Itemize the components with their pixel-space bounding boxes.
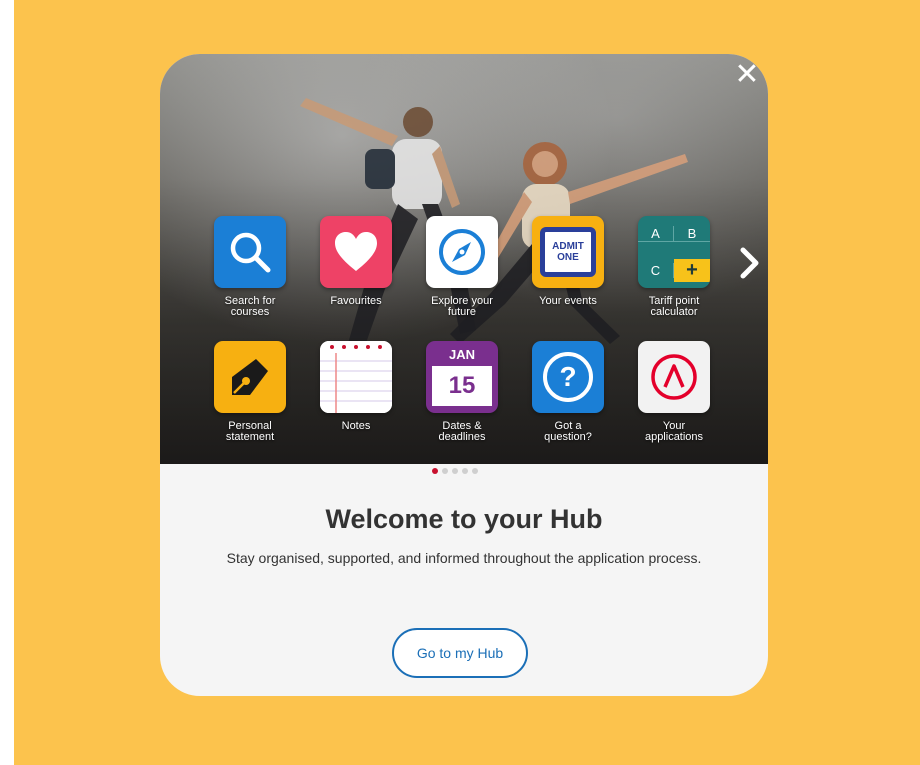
tile-got-a-question[interactable]: ? Got a question? bbox=[524, 341, 612, 443]
tile-notes[interactable]: Notes bbox=[312, 341, 400, 432]
tile-personal-statement[interactable]: Personal statement bbox=[206, 341, 294, 443]
tile-tariff-point-calculator[interactable]: A B C + Tariff point calculator bbox=[630, 216, 718, 318]
go-to-hub-button[interactable]: Go to my Hub bbox=[392, 628, 528, 678]
modal-title: Welcome to your Hub bbox=[325, 504, 603, 534]
pen-icon bbox=[214, 341, 286, 413]
pagination-dot[interactable] bbox=[462, 468, 468, 474]
pagination-dot[interactable] bbox=[452, 468, 458, 474]
welcome-modal: ✕ Search for courses Favourites Explore y… bbox=[160, 54, 768, 696]
heart-icon bbox=[320, 216, 392, 288]
calendar-day: 15 bbox=[432, 366, 492, 406]
modal-subtitle: Stay organised, supported, and informed … bbox=[226, 550, 702, 566]
tile-search-for-courses[interactable]: Search for courses bbox=[206, 216, 294, 318]
tile-your-events[interactable]: ADMIT ONE Your events bbox=[524, 216, 612, 307]
calculator-icon: A B C + bbox=[638, 216, 710, 288]
tile-explore-your-future[interactable]: Explore your future bbox=[418, 216, 506, 318]
tile-your-applications[interactable]: Your applications bbox=[630, 341, 718, 443]
ticket-icon: ADMIT ONE bbox=[532, 216, 604, 288]
notepad-icon bbox=[320, 341, 392, 413]
ticket-text-line-2: ONE bbox=[557, 252, 579, 263]
tile-label: Notes bbox=[341, 420, 371, 432]
tile-label: Search for courses bbox=[224, 295, 276, 318]
tile-label: Favourites bbox=[330, 295, 382, 307]
next-arrow-button[interactable] bbox=[738, 246, 762, 280]
calendar-icon: JAN 15 bbox=[426, 341, 498, 413]
question-icon: ? bbox=[532, 341, 604, 413]
ticket-text-line-1: ADMIT bbox=[552, 241, 584, 252]
tile-label: Your applications bbox=[644, 420, 704, 443]
tile-label: Explore your future bbox=[431, 295, 493, 318]
pagination-dot[interactable] bbox=[442, 468, 448, 474]
tile-favourites[interactable]: Favourites bbox=[312, 216, 400, 307]
carousel-pagination bbox=[432, 468, 478, 476]
tile-label: Dates & deadlines bbox=[438, 420, 486, 443]
pagination-dot[interactable] bbox=[472, 468, 478, 474]
compass-icon bbox=[426, 216, 498, 288]
tile-label: Personal statement bbox=[225, 420, 275, 443]
tile-label: Tariff point calculator bbox=[648, 295, 700, 318]
tile-dates-and-deadlines[interactable]: JAN 15 Dates & deadlines bbox=[418, 341, 506, 443]
pagination-dot[interactable] bbox=[432, 468, 438, 474]
tile-label: Got a question? bbox=[544, 420, 592, 443]
hero-image: ✕ Search for courses Favourites Explore y… bbox=[160, 54, 768, 464]
calendar-month: JAN bbox=[448, 346, 475, 362]
tile-label: Your events bbox=[539, 295, 597, 307]
search-icon bbox=[214, 216, 286, 288]
applications-icon bbox=[638, 341, 710, 413]
close-button[interactable]: ✕ bbox=[734, 60, 760, 90]
